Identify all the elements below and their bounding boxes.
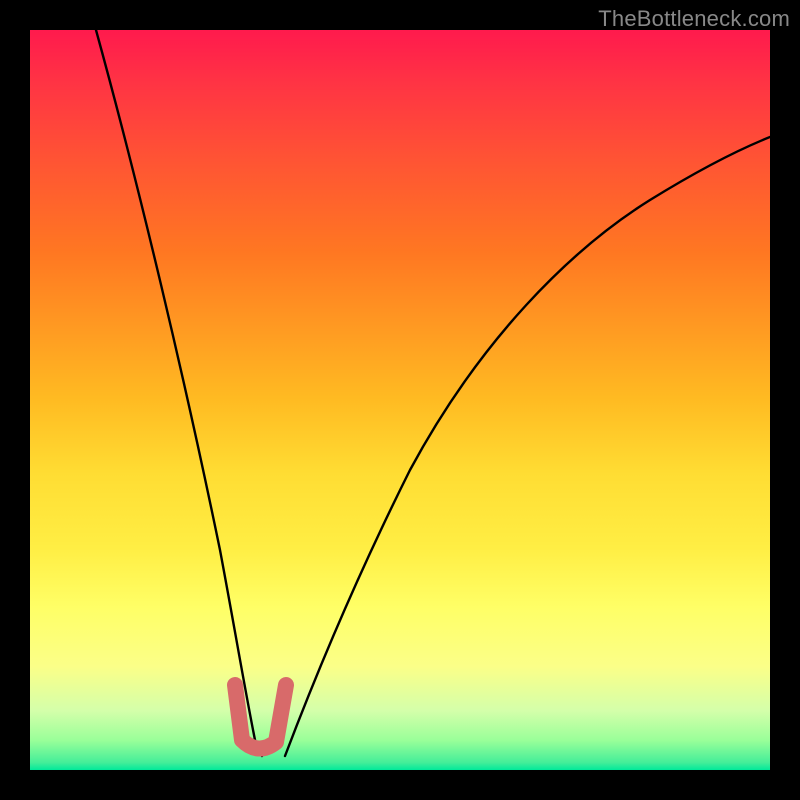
- attribution-text: TheBottleneck.com: [598, 6, 790, 32]
- optimal-range-marker: [235, 685, 286, 749]
- bottleneck-curve-right: [285, 137, 770, 756]
- chart-svg: [30, 30, 770, 770]
- bottleneck-curve-left: [96, 30, 262, 756]
- bottleneck-chart: [30, 30, 770, 770]
